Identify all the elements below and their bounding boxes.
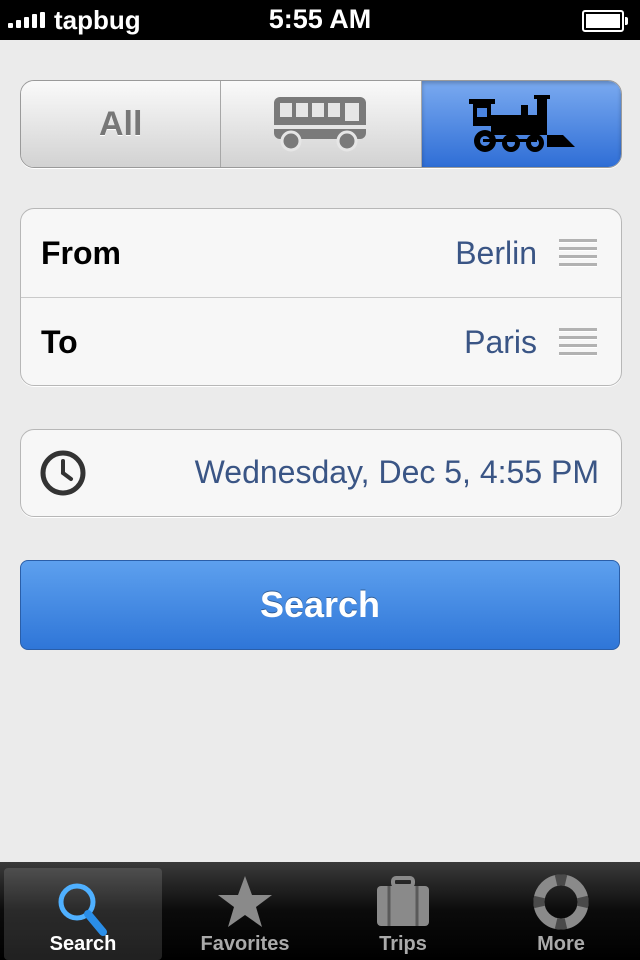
tab-bar: Search Favorites Trips More bbox=[0, 862, 640, 960]
from-value[interactable]: Berlin bbox=[455, 235, 537, 272]
transport-filter: All bbox=[20, 80, 622, 168]
route-card: From Berlin To Paris bbox=[20, 208, 622, 386]
battery-icon bbox=[582, 10, 628, 32]
tab-more[interactable]: More bbox=[482, 862, 640, 960]
briefcase-icon bbox=[377, 876, 429, 926]
search-button[interactable]: Search bbox=[20, 560, 620, 650]
train-icon bbox=[469, 95, 576, 152]
filter-all-label: All bbox=[98, 104, 143, 143]
filter-bus-button[interactable] bbox=[221, 81, 422, 167]
reorder-handle-icon[interactable] bbox=[559, 239, 597, 267]
to-row[interactable]: To Paris bbox=[21, 297, 621, 386]
tab-favorites[interactable]: Favorites bbox=[166, 862, 324, 960]
filter-all-button[interactable]: All bbox=[21, 81, 222, 167]
bus-icon bbox=[273, 97, 366, 152]
tab-more-label: More bbox=[537, 933, 585, 955]
search-screen: All From Berlin To Paris Wednesday, Dec … bbox=[0, 40, 640, 862]
status-bar: tapbug 5:55 AM bbox=[0, 0, 640, 40]
search-icon bbox=[58, 883, 107, 936]
filter-train-button[interactable] bbox=[421, 81, 621, 167]
from-label: From bbox=[41, 235, 121, 271]
from-row[interactable]: From Berlin bbox=[21, 209, 621, 297]
tab-trips-label: Trips bbox=[379, 933, 427, 955]
datetime-card[interactable]: Wednesday, Dec 5, 4:55 PM bbox=[20, 429, 622, 517]
datetime-value: Wednesday, Dec 5, 4:55 PM bbox=[194, 454, 599, 490]
lifebuoy-icon bbox=[533, 874, 589, 930]
to-label: To bbox=[41, 324, 78, 360]
to-value[interactable]: Paris bbox=[464, 324, 537, 361]
clock-icon bbox=[40, 450, 86, 496]
status-time: 5:55 AM bbox=[268, 4, 372, 34]
star-icon bbox=[218, 876, 272, 927]
tab-trips[interactable]: Trips bbox=[324, 862, 482, 960]
reorder-handle-icon[interactable] bbox=[559, 328, 597, 356]
tab-search[interactable]: Search bbox=[4, 868, 162, 960]
tab-favorites-label: Favorites bbox=[200, 933, 290, 955]
